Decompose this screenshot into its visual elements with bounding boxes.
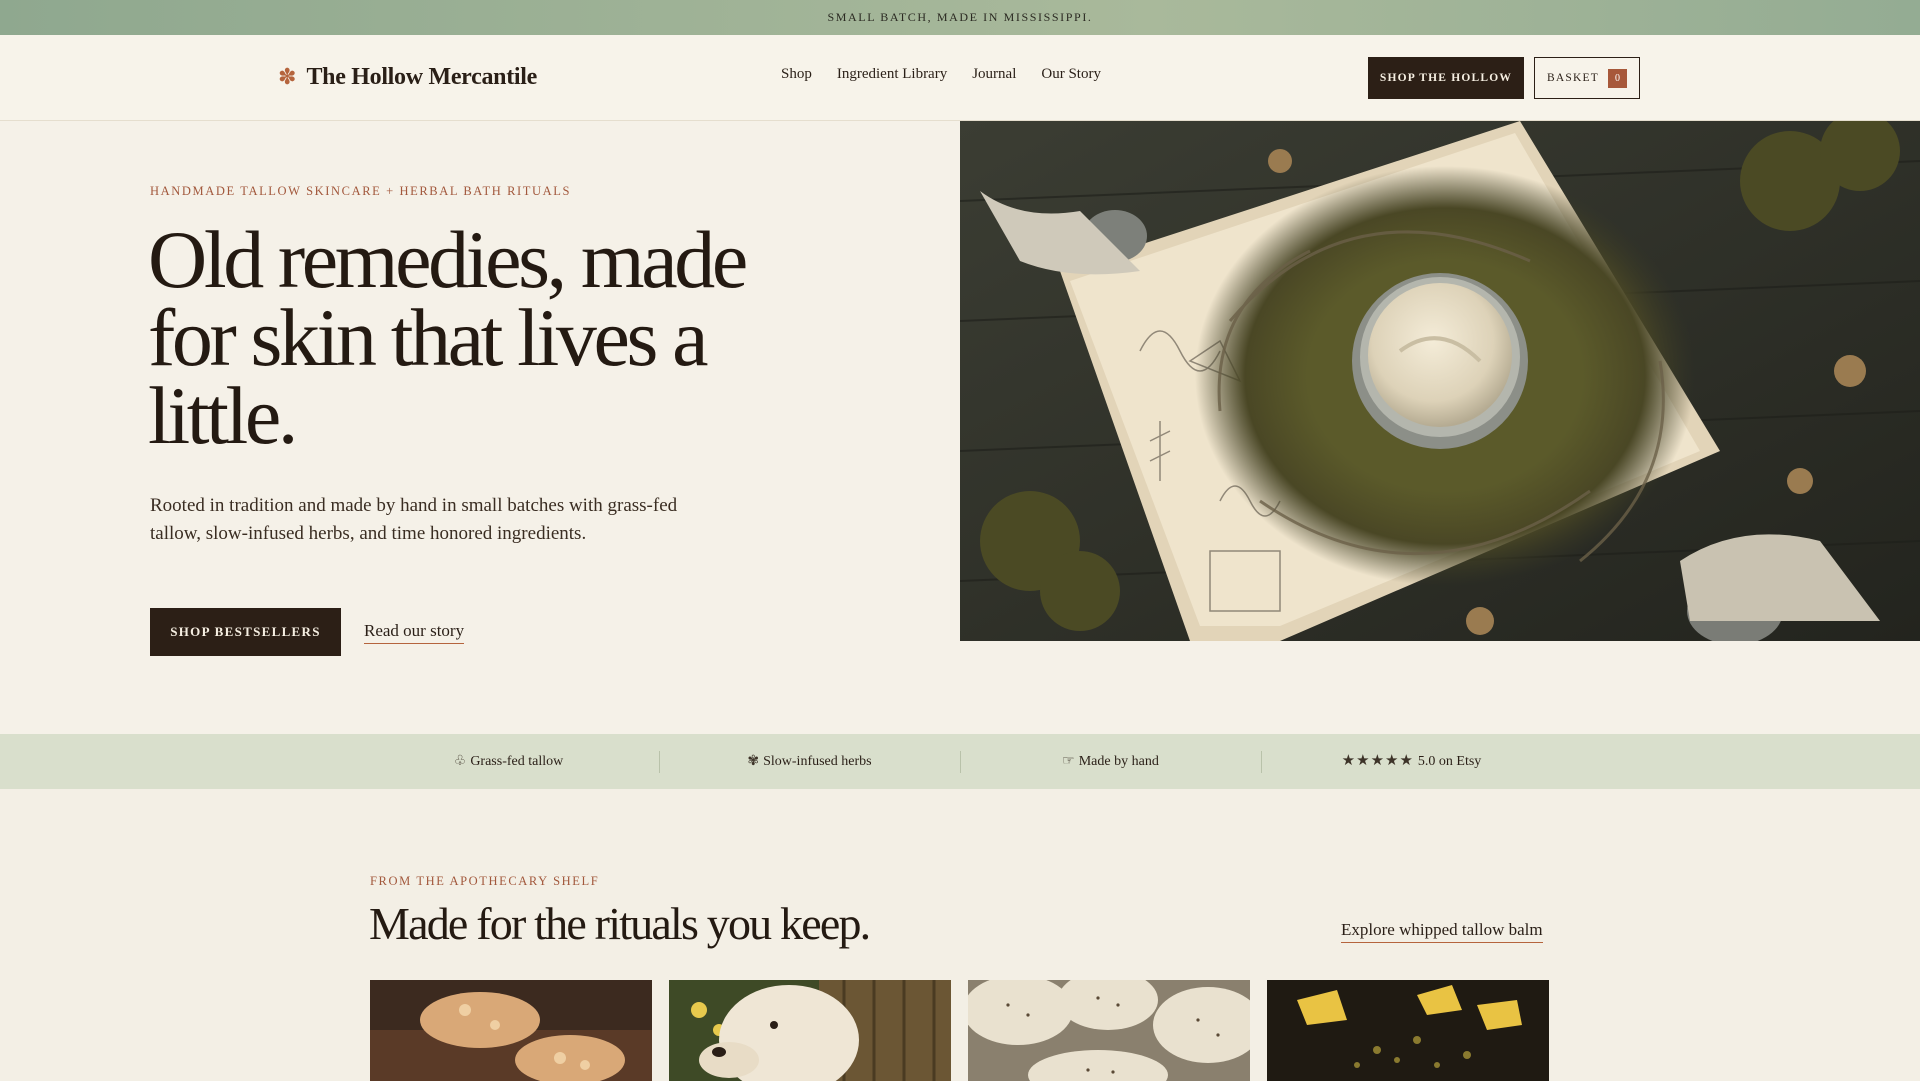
trust-item-herbs: ✾ Slow-infused herbs: [660, 750, 961, 773]
basket-count-badge: 0: [1607, 68, 1627, 88]
explore-balm-link[interactable]: Explore whipped tallow balm: [1341, 920, 1543, 943]
shop-the-hollow-button[interactable]: SHOP THE HOLLOW: [1368, 57, 1524, 99]
star-rating-icon: ★★★★★: [1341, 753, 1414, 769]
shelf-title: Made for the rituals you keep.: [369, 898, 871, 949]
product-card-beeswax[interactable]: [1267, 980, 1549, 1081]
shop-bestsellers-button[interactable]: SHOP BESTSELLERS: [150, 608, 341, 656]
trust-label: Slow-infused herbs: [763, 753, 872, 769]
hand-icon: ☞: [1062, 753, 1075, 769]
product-cards: [370, 980, 1549, 1081]
nav-link-journal[interactable]: Journal: [972, 66, 1016, 83]
nav-link-ingredient-library[interactable]: Ingredient Library: [837, 66, 947, 83]
hero-image: [960, 121, 1920, 641]
basket-label: BASKET: [1547, 72, 1599, 84]
product-card-soap[interactable]: [968, 980, 1250, 1081]
hero-headline: Old remedies, made for skin that lives a…: [148, 214, 748, 461]
trust-label: 5.0 on Etsy: [1417, 754, 1482, 769]
site-header: ✽ The Hollow Mercantile Shop Ingredient …: [0, 35, 1920, 121]
trust-label: Made by hand: [1078, 753, 1159, 769]
basket-button[interactable]: BASKET 0: [1534, 57, 1640, 99]
nav-link-shop[interactable]: Shop: [781, 66, 812, 83]
herb-icon: ✾: [747, 753, 760, 769]
product-card-puppy[interactable]: [669, 980, 951, 1081]
hero-section: HANDMADE TALLOW SKINCARE + HERBAL BATH R…: [0, 121, 1920, 734]
trust-item-tallow: ♧ Grass-fed tallow: [359, 750, 660, 773]
read-our-story-link[interactable]: Read our story: [364, 621, 465, 644]
trust-label: Grass-fed tallow: [470, 753, 564, 769]
nav-link-our-story[interactable]: Our Story: [1041, 66, 1101, 83]
brand-logo[interactable]: ✽ The Hollow Mercantile: [278, 64, 537, 91]
apothecary-shelf-section: FROM THE APOTHECARY SHELF Made for the r…: [0, 789, 1920, 1081]
trust-bar: ♧ Grass-fed tallow ✾ Slow-infused herbs ☞ M…: [0, 734, 1920, 789]
trust-item-handmade: ☞ Made by hand: [961, 750, 1262, 773]
brand-name: The Hollow Mercantile: [306, 64, 537, 90]
leaf-icon: ✽: [278, 64, 297, 90]
cow-icon: ♧: [453, 753, 467, 769]
main-nav: Shop Ingredient Library Journal Our Stor…: [781, 66, 1126, 83]
hero-intro: Rooted in tradition and made by hand in …: [150, 495, 678, 544]
hero-eyebrow: HANDMADE TALLOW SKINCARE + HERBAL BATH R…: [150, 184, 572, 198]
announcement-bar: SMALL BATCH, MADE IN MISSISSIPPI.: [0, 0, 1920, 35]
product-card-bath-soak[interactable]: [370, 980, 652, 1081]
shelf-eyebrow: FROM THE APOTHECARY SHELF: [370, 874, 600, 888]
trust-item-rating: ★★★★★ 5.0 on Etsy: [1262, 750, 1562, 773]
